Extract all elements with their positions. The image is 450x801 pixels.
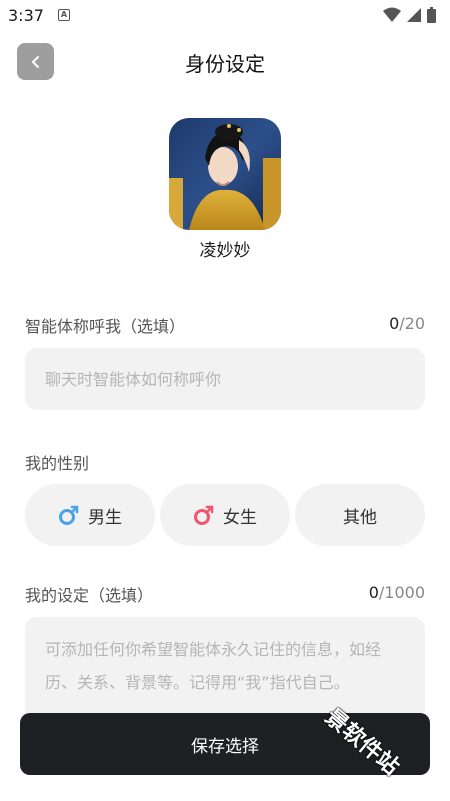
notification-a-icon: A <box>58 9 70 21</box>
gender-female-button[interactable]: 女生 <box>160 484 290 546</box>
gender-male-label: 男生 <box>88 507 122 528</box>
female-icon <box>194 505 214 525</box>
profile-count-max: /1000 <box>378 583 425 602</box>
status-bar: 3:37 A <box>0 0 450 32</box>
status-icons <box>383 7 436 23</box>
nickname-counter: 0/20 <box>389 314 425 333</box>
battery-icon <box>427 7 436 23</box>
gender-options: 男生 女生 其他 <box>25 484 425 546</box>
nickname-input-box[interactable] <box>25 348 425 410</box>
wifi-icon <box>383 7 401 22</box>
gender-other-button[interactable]: 其他 <box>295 484 425 546</box>
save-button-label: 保存选择 <box>191 736 259 757</box>
header: 身份设定 <box>0 40 450 82</box>
nickname-input[interactable] <box>25 348 425 410</box>
gender-other-label: 其他 <box>343 507 377 528</box>
signal-icon <box>407 8 421 22</box>
nickname-label: 智能体称呼我（选填） <box>25 317 186 336</box>
gender-label: 我的性别 <box>25 454 90 473</box>
gender-female-label: 女生 <box>223 507 257 528</box>
status-time: 3:37 <box>8 6 44 25</box>
profile-label: 我的设定（选填） <box>25 586 154 605</box>
agent-name: 凌妙妙 <box>199 241 251 261</box>
profile-counter: 0/1000 <box>369 583 425 602</box>
nickname-count-max: /20 <box>399 314 425 333</box>
agent-avatar[interactable] <box>169 118 281 230</box>
page-title: 身份设定 <box>185 52 265 76</box>
profile-count-current: 0 <box>368 583 379 602</box>
gender-male-button[interactable]: 男生 <box>25 484 155 546</box>
male-icon <box>59 505 79 525</box>
nickname-count-current: 0 <box>389 314 400 333</box>
